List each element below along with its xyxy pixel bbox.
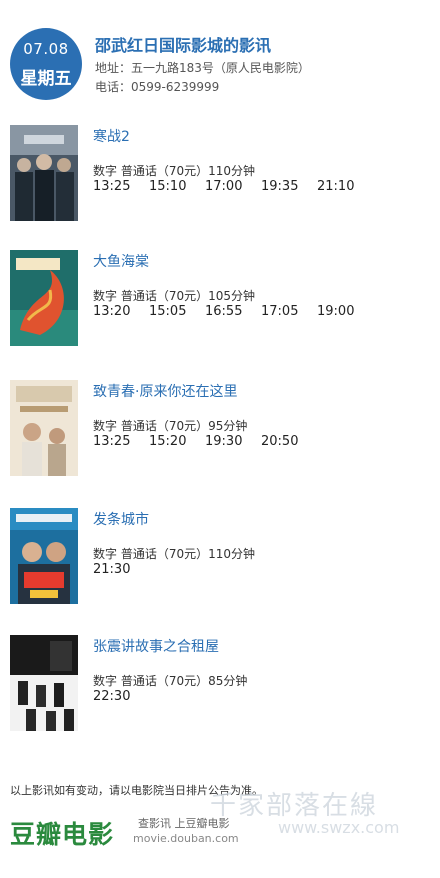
movie-item: 致青春·原来你还在这里 数字 普通话（70元）95分钟 13:25 15:20 19… (0, 380, 440, 490)
showtimes: 13:25 15:10 17:00 19:35 21:10 (93, 179, 373, 194)
cinema-address: 地址：五一九路183号（原人民电影院） (95, 61, 310, 75)
showtime[interactable]: 19:00 (317, 304, 373, 319)
movie-info: 数字 普通话（70元）105分钟 (93, 289, 255, 303)
cinema-phone: 电话：0599-6239999 (95, 80, 220, 94)
showtime[interactable]: 20:50 (261, 434, 317, 449)
showtime[interactable]: 17:00 (205, 179, 261, 194)
showtime[interactable]: 13:25 (93, 434, 149, 449)
movie-info: 数字 普通话（70元）95分钟 (93, 419, 248, 433)
movie-title[interactable]: 致青春·原来你还在这里 (93, 381, 237, 401)
showtime[interactable]: 15:20 (149, 434, 205, 449)
movie-poster-shared-house[interactable] (10, 635, 78, 731)
showtime[interactable]: 22:30 (93, 689, 149, 704)
movie-title[interactable]: 大鱼海棠 (93, 251, 149, 271)
footer-url[interactable]: movie.douban.com (133, 832, 239, 845)
showtime[interactable]: 15:05 (149, 304, 205, 319)
showtime[interactable]: 21:10 (317, 179, 373, 194)
movie-item: 张震讲故事之合租屋 数字 普通话（70元）85分钟 22:30 (0, 635, 440, 745)
movie-item: 大鱼海棠 数字 普通话（70元）105分钟 13:20 15:05 16:55 17:… (0, 250, 440, 360)
movie-poster-so-young-2[interactable] (10, 380, 78, 476)
showtime[interactable]: 16:55 (205, 304, 261, 319)
site-watermark-url: www.swzx.com (278, 818, 400, 837)
showtimes: 13:25 15:20 19:30 20:50 (93, 434, 317, 449)
cinema-name[interactable]: 邵武红日国际影城的影讯 (95, 32, 271, 56)
showtime[interactable]: 17:05 (261, 304, 317, 319)
date-label: 07.08 (23, 40, 69, 58)
showtimes: 22:30 (93, 689, 149, 704)
movie-title[interactable]: 寒战2 (93, 126, 130, 146)
showtime[interactable]: 19:30 (205, 434, 261, 449)
showtimes: 21:30 (93, 562, 149, 577)
showtime[interactable]: 21:30 (93, 562, 149, 577)
douban-movie-logo[interactable]: 豆瓣电影 (10, 815, 114, 851)
weekday-label: 星期五 (20, 69, 72, 89)
showtime[interactable]: 13:25 (93, 179, 149, 194)
date-badge: 07.08 星期五 (10, 28, 82, 100)
movie-poster-cold-war-2[interactable] (10, 125, 78, 221)
cinema-header: 07.08 星期五 邵武红日国际影城的影讯 地址：五一九路183号（原人民电影院… (0, 0, 440, 110)
showtime[interactable]: 13:20 (93, 304, 149, 319)
movie-title[interactable]: 张震讲故事之合租屋 (93, 636, 219, 656)
movie-info: 数字 普通话（70元）110分钟 (93, 547, 255, 561)
showtimes: 13:20 15:05 16:55 17:05 19:00 (93, 304, 373, 319)
movie-info: 数字 普通话（70元）85分钟 (93, 674, 248, 688)
movie-item: 发条城市 数字 普通话（70元）110分钟 21:30 (0, 508, 440, 618)
showtime[interactable]: 15:10 (149, 179, 205, 194)
movie-poster-big-fish-begonia[interactable] (10, 250, 78, 346)
showtime[interactable]: 19:35 (261, 179, 317, 194)
movie-info: 数字 普通话（70元）110分钟 (93, 164, 255, 178)
movie-poster-clockwork-city[interactable] (10, 508, 78, 604)
footer-tagline: 查影讯 上豆瓣电影 (138, 817, 230, 830)
movie-title[interactable]: 发条城市 (93, 509, 149, 529)
site-watermark: 千家部落在線 (210, 791, 379, 821)
movie-item: 寒战2 数字 普通话（70元）110分钟 13:25 15:10 17:00 19:3… (0, 125, 440, 235)
